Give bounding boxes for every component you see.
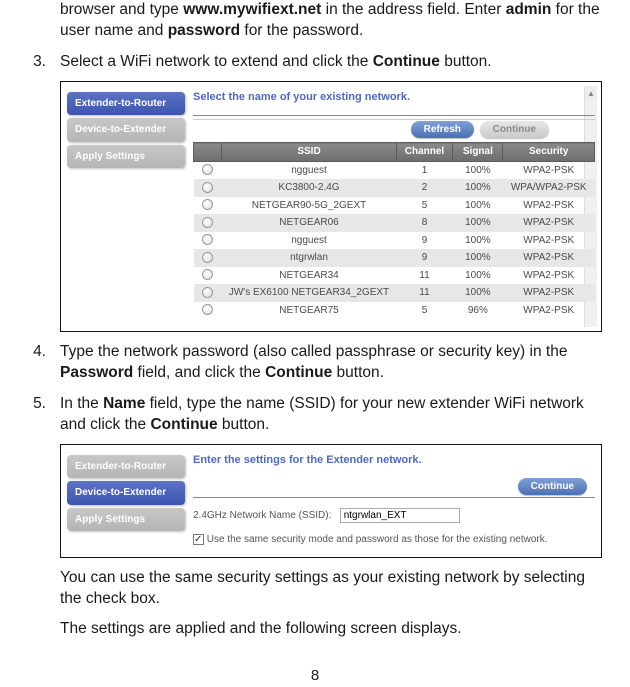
same-security-label: Use the same security mode and password … [207, 534, 548, 545]
step-5: 5. In the Name field, type the name (SSI… [28, 394, 602, 436]
tab-apply-settings-2[interactable]: Apply Settings [67, 508, 185, 532]
screenshot-network-list: ▴ Extender-to-Router Device-to-Extender … [60, 81, 602, 332]
page-number: 8 [28, 666, 602, 686]
radio-select[interactable] [202, 234, 213, 245]
password-word: password [168, 22, 240, 39]
header-signal: Signal [453, 143, 503, 162]
wizard-tabs: Extender-to-Router Device-to-Extender Ap… [67, 88, 185, 319]
table-row[interactable]: NETGEAR34 11 100% WPA2-PSK [194, 267, 595, 285]
ssid-input[interactable] [340, 508, 460, 523]
table-row[interactable]: KC3800-2.4G 2 100% WPA/WPA2-PSK [194, 179, 595, 197]
table-row[interactable]: ngguest 1 100% WPA2-PSK [194, 161, 595, 179]
url-text: www.mywifiext.net [183, 1, 321, 18]
radio-select[interactable] [202, 252, 213, 263]
tab-device-to-extender[interactable]: Device-to-Extender [67, 118, 185, 142]
ssid-label: 2.4GHz Network Name (SSID): [193, 510, 331, 521]
table-row[interactable]: NETGEAR06 8 100% WPA2-PSK [194, 214, 595, 232]
tab-extender-to-router-2[interactable]: Extender-to-Router [67, 455, 185, 479]
refresh-button[interactable]: Refresh [411, 121, 474, 139]
radio-select[interactable] [202, 199, 213, 210]
pane-title-2: Enter the settings for the Extender netw… [193, 453, 595, 468]
ssid-field-row: 2.4GHz Network Name (SSID): [193, 508, 595, 523]
same-security-checkbox[interactable] [193, 534, 204, 545]
same-security-row[interactable]: Use the same security mode and password … [193, 533, 595, 547]
tab-device-to-extender-2[interactable]: Device-to-Extender [67, 481, 185, 505]
radio-select[interactable] [202, 164, 213, 175]
table-row[interactable]: JW's EX6100 NETGEAR34_2GEXT 11 100% WPA2… [194, 284, 595, 302]
header-channel: Channel [396, 143, 453, 162]
radio-select[interactable] [202, 217, 213, 228]
radio-select[interactable] [202, 304, 213, 315]
step-4: 4. Type the network password (also calle… [28, 342, 602, 384]
table-row[interactable]: NETGEAR75 5 96% WPA2-PSK [194, 302, 595, 320]
radio-select[interactable] [202, 287, 213, 298]
header-security: Security [503, 143, 595, 162]
screenshot-extender-settings: Extender-to-Router Device-to-Extender Ap… [60, 444, 602, 558]
table-row[interactable]: ntgrwlan 9 100% WPA2-PSK [194, 249, 595, 267]
network-table: SSID Channel Signal Security ngguest 1 1… [193, 142, 595, 319]
pane-title: Select the name of your existing network… [193, 90, 595, 105]
radio-select[interactable] [202, 269, 213, 280]
wizard-tabs-2: Extender-to-Router Device-to-Extender Ap… [67, 451, 185, 547]
header-ssid: SSID [222, 143, 396, 162]
step-3: 3. Select a WiFi network to extend and c… [28, 52, 602, 73]
tab-apply-settings[interactable]: Apply Settings [67, 145, 185, 169]
tab-extender-to-router[interactable]: Extender-to-Router [67, 92, 185, 116]
post-note-2: The settings are applied and the followi… [60, 619, 602, 640]
table-row[interactable]: NETGEAR90-5G_2GEXT 5 100% WPA2-PSK [194, 197, 595, 215]
continue-button-2[interactable]: Continue [518, 478, 587, 496]
post-note-1: You can use the same security settings a… [60, 568, 602, 610]
intro-paragraph: browser and type www.mywifiext.net in th… [60, 0, 602, 42]
table-row[interactable]: ngguest 9 100% WPA2-PSK [194, 232, 595, 250]
continue-button[interactable]: Continue [480, 121, 549, 139]
admin-word: admin [506, 1, 552, 18]
radio-select[interactable] [202, 182, 213, 193]
